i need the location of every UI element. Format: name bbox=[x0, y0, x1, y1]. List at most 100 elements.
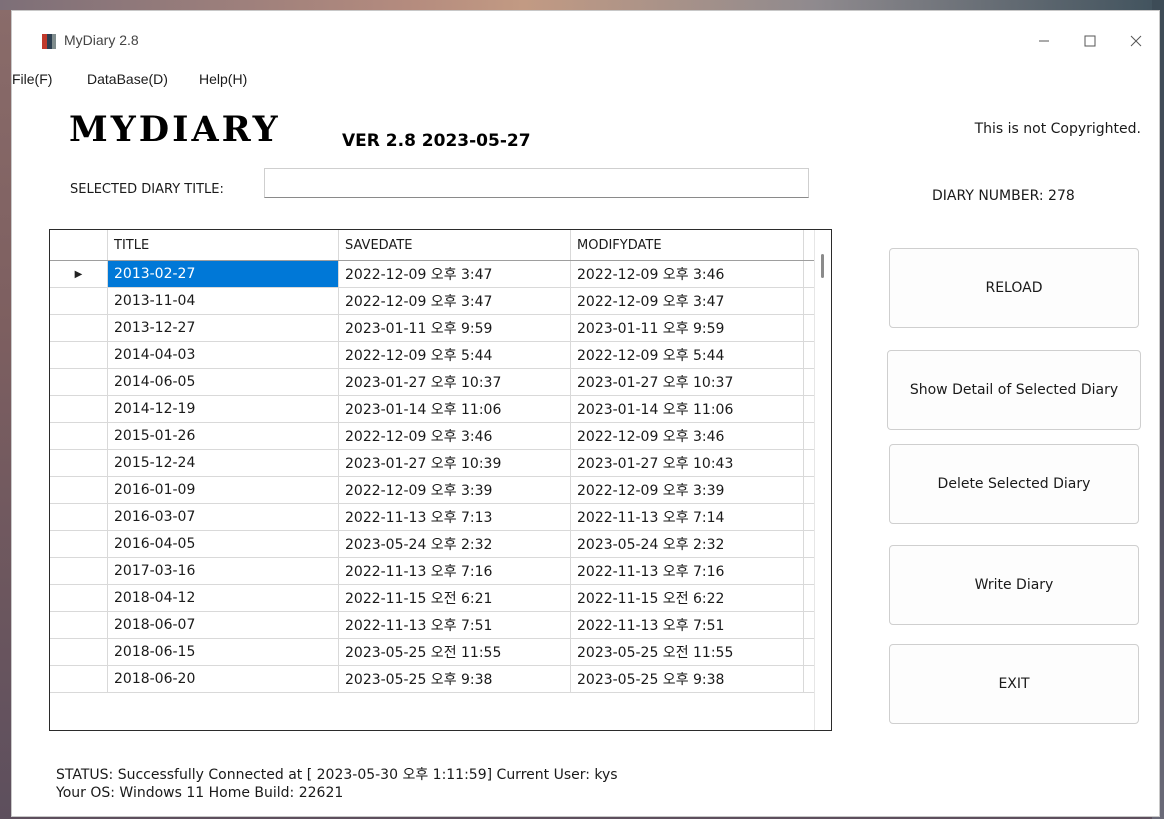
row-header-cell[interactable] bbox=[50, 666, 108, 692]
scrollbar-thumb[interactable] bbox=[821, 254, 824, 278]
column-header-title[interactable]: TITLE bbox=[108, 230, 339, 260]
column-header-modifydate[interactable]: MODIFYDATE bbox=[571, 230, 804, 260]
modifydate-cell[interactable]: 2022-12-09 오후 3:47 bbox=[571, 288, 804, 314]
row-header-cell[interactable] bbox=[50, 639, 108, 665]
table-row[interactable]: 2016-03-07 2022-11-13 오후 7:13 2022-11-13 오… bbox=[50, 504, 815, 531]
table-row[interactable]: 2014-06-05 2023-01-27 오후 10:37 2023-01-27 … bbox=[50, 369, 815, 396]
table-row[interactable]: 2018-06-07 2022-11-13 오후 7:51 2022-11-13 오… bbox=[50, 612, 815, 639]
title-cell[interactable]: 2017-03-16 bbox=[108, 558, 339, 584]
row-header-cell[interactable] bbox=[50, 342, 108, 368]
table-row[interactable]: 2015-12-24 2023-01-27 오후 10:39 2023-01-27 … bbox=[50, 450, 815, 477]
modifydate-cell[interactable]: 2023-01-14 오후 11:06 bbox=[571, 396, 804, 422]
title-cell[interactable]: 2014-04-03 bbox=[108, 342, 339, 368]
modifydate-cell[interactable]: 2022-12-09 오후 3:39 bbox=[571, 477, 804, 503]
diary-table[interactable]: TITLE SAVEDATE MODIFYDATE ▶ 2013-02-27 202… bbox=[49, 229, 832, 731]
title-cell[interactable]: 2013-12-27 bbox=[108, 315, 339, 341]
delete-diary-button[interactable]: Delete Selected Diary bbox=[889, 444, 1139, 524]
savedate-cell[interactable]: 2023-05-25 오후 9:38 bbox=[339, 666, 571, 692]
title-cell[interactable]: 2018-06-07 bbox=[108, 612, 339, 638]
title-cell[interactable]: 2014-12-19 bbox=[108, 396, 339, 422]
table-row[interactable]: 2015-01-26 2022-12-09 오후 3:46 2022-12-09 오… bbox=[50, 423, 815, 450]
column-header-savedate[interactable]: SAVEDATE bbox=[339, 230, 571, 260]
table-scrollbar[interactable] bbox=[814, 230, 831, 730]
title-cell[interactable]: 2016-04-05 bbox=[108, 531, 339, 557]
table-row[interactable]: 2016-04-05 2023-05-24 오후 2:32 2023-05-24 오… bbox=[50, 531, 815, 558]
savedate-cell[interactable]: 2022-12-09 오후 5:44 bbox=[339, 342, 571, 368]
menu-database[interactable]: DataBase(D) bbox=[87, 71, 168, 87]
row-header-cell[interactable] bbox=[50, 369, 108, 395]
row-header-cell[interactable] bbox=[50, 585, 108, 611]
selected-title-input[interactable] bbox=[264, 168, 809, 198]
modifydate-cell[interactable]: 2022-11-15 오전 6:22 bbox=[571, 585, 804, 611]
modifydate-cell[interactable]: 2022-11-13 오후 7:16 bbox=[571, 558, 804, 584]
savedate-cell[interactable]: 2022-12-09 오후 3:39 bbox=[339, 477, 571, 503]
modifydate-cell[interactable]: 2023-05-25 오전 11:55 bbox=[571, 639, 804, 665]
minimize-button[interactable] bbox=[1021, 25, 1067, 57]
table-row[interactable]: 2014-04-03 2022-12-09 오후 5:44 2022-12-09 오… bbox=[50, 342, 815, 369]
table-row[interactable]: 2013-12-27 2023-01-11 오후 9:59 2023-01-11 오… bbox=[50, 315, 815, 342]
row-header-cell[interactable] bbox=[50, 558, 108, 584]
table-row[interactable]: 2014-12-19 2023-01-14 오후 11:06 2023-01-14 … bbox=[50, 396, 815, 423]
savedate-cell[interactable]: 2023-05-25 오전 11:55 bbox=[339, 639, 571, 665]
savedate-cell[interactable]: 2022-12-09 오후 3:47 bbox=[339, 288, 571, 314]
modifydate-cell[interactable]: 2022-12-09 오후 3:46 bbox=[571, 261, 804, 287]
table-row[interactable]: 2016-01-09 2022-12-09 오후 3:39 2022-12-09 오… bbox=[50, 477, 815, 504]
title-cell[interactable]: 2018-06-20 bbox=[108, 666, 339, 692]
menu-help[interactable]: Help(H) bbox=[199, 71, 247, 87]
row-header-cell[interactable] bbox=[50, 531, 108, 557]
maximize-button[interactable] bbox=[1067, 25, 1113, 57]
modifydate-cell[interactable]: 2023-05-25 오후 9:38 bbox=[571, 666, 804, 692]
title-cell[interactable]: 2018-06-15 bbox=[108, 639, 339, 665]
savedate-cell[interactable]: 2023-01-27 오후 10:37 bbox=[339, 369, 571, 395]
row-header-cell[interactable] bbox=[50, 315, 108, 341]
table-row[interactable]: ▶ 2013-02-27 2022-12-09 오후 3:47 2022-12-09 … bbox=[50, 261, 815, 288]
row-header-cell[interactable] bbox=[50, 288, 108, 314]
exit-button[interactable]: EXIT bbox=[889, 644, 1139, 724]
modifydate-cell[interactable]: 2022-11-13 오후 7:51 bbox=[571, 612, 804, 638]
savedate-cell[interactable]: 2023-01-27 오후 10:39 bbox=[339, 450, 571, 476]
savedate-cell[interactable]: 2023-01-14 오후 11:06 bbox=[339, 396, 571, 422]
modifydate-cell[interactable]: 2023-01-27 오후 10:43 bbox=[571, 450, 804, 476]
table-row[interactable]: 2018-06-20 2023-05-25 오후 9:38 2023-05-25 오… bbox=[50, 666, 815, 693]
menu-file[interactable]: File(F) bbox=[12, 71, 52, 87]
title-cell[interactable]: 2015-01-26 bbox=[108, 423, 339, 449]
modifydate-cell[interactable]: 2023-01-27 오후 10:37 bbox=[571, 369, 804, 395]
row-header-cell[interactable] bbox=[50, 477, 108, 503]
row-header-cell[interactable] bbox=[50, 612, 108, 638]
row-header-cell[interactable]: ▶ bbox=[50, 261, 108, 287]
savedate-cell[interactable]: 2022-11-13 오후 7:51 bbox=[339, 612, 571, 638]
title-cell[interactable]: 2016-01-09 bbox=[108, 477, 339, 503]
app-logo: MYDIARY bbox=[69, 109, 281, 150]
row-header-cell[interactable] bbox=[50, 504, 108, 530]
title-cell[interactable]: 2013-11-04 bbox=[108, 288, 339, 314]
savedate-cell[interactable]: 2022-12-09 오후 3:47 bbox=[339, 261, 571, 287]
modifydate-cell[interactable]: 2023-05-24 오후 2:32 bbox=[571, 531, 804, 557]
savedate-cell[interactable]: 2022-11-13 오후 7:16 bbox=[339, 558, 571, 584]
table-row[interactable]: 2018-04-12 2022-11-15 오전 6:21 2022-11-15 오… bbox=[50, 585, 815, 612]
row-header-cell[interactable] bbox=[50, 450, 108, 476]
table-row[interactable]: 2013-11-04 2022-12-09 오후 3:47 2022-12-09 오… bbox=[50, 288, 815, 315]
savedate-cell[interactable]: 2023-01-11 오후 9:59 bbox=[339, 315, 571, 341]
modifydate-cell[interactable]: 2022-12-09 오후 3:46 bbox=[571, 423, 804, 449]
savedate-cell[interactable]: 2023-05-24 오후 2:32 bbox=[339, 531, 571, 557]
savedate-cell[interactable]: 2022-12-09 오후 3:46 bbox=[339, 423, 571, 449]
modifydate-cell[interactable]: 2022-11-13 오후 7:14 bbox=[571, 504, 804, 530]
title-cell[interactable]: 2015-12-24 bbox=[108, 450, 339, 476]
row-header-cell[interactable] bbox=[50, 396, 108, 422]
savedate-cell[interactable]: 2022-11-13 오후 7:13 bbox=[339, 504, 571, 530]
reload-button[interactable]: RELOAD bbox=[889, 248, 1139, 328]
row-header-cell[interactable] bbox=[50, 423, 108, 449]
show-detail-button[interactable]: Show Detail of Selected Diary bbox=[887, 350, 1141, 430]
table-row[interactable]: 2018-06-15 2023-05-25 오전 11:55 2023-05-25 … bbox=[50, 639, 815, 666]
title-cell[interactable]: 2016-03-07 bbox=[108, 504, 339, 530]
title-cell[interactable]: 2013-02-27 bbox=[108, 261, 339, 287]
title-bar[interactable]: MyDiary 2.8 bbox=[12, 11, 1159, 63]
title-cell[interactable]: 2018-04-12 bbox=[108, 585, 339, 611]
write-diary-button[interactable]: Write Diary bbox=[889, 545, 1139, 625]
title-cell[interactable]: 2014-06-05 bbox=[108, 369, 339, 395]
close-button[interactable] bbox=[1113, 25, 1159, 57]
savedate-cell[interactable]: 2022-11-15 오전 6:21 bbox=[339, 585, 571, 611]
table-row[interactable]: 2017-03-16 2022-11-13 오후 7:16 2022-11-13 오… bbox=[50, 558, 815, 585]
modifydate-cell[interactable]: 2023-01-11 오후 9:59 bbox=[571, 315, 804, 341]
modifydate-cell[interactable]: 2022-12-09 오후 5:44 bbox=[571, 342, 804, 368]
